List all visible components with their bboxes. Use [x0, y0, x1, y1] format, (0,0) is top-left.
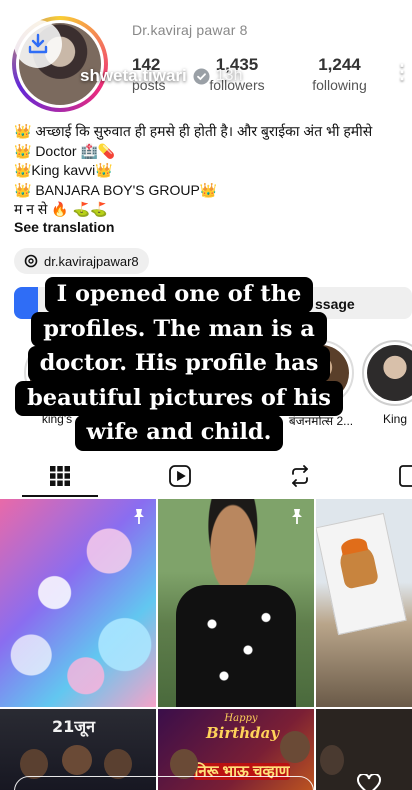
threads-handle: dr.kavirajpawar8 — [44, 253, 139, 269]
story-footer — [0, 774, 412, 790]
bio-line: 👑 BANJARA BOY'S GROUP👑 — [14, 181, 218, 198]
caption-line: beautiful pictures of his — [15, 380, 343, 416]
bio-line: 👑 Doctor 🏥💊 — [14, 142, 116, 159]
play-icon[interactable] — [360, 64, 380, 86]
tab-reposts[interactable] — [240, 455, 360, 497]
progress-segment-2 — [209, 6, 402, 9]
story-screen: Dr.kaviraj pawar 8 142 posts 1,435 follo… — [0, 0, 412, 790]
reels-icon — [169, 465, 191, 487]
more-icon[interactable]: ⋮ — [392, 62, 412, 82]
story-caption: I opened one of the profiles. The man is… — [2, 277, 356, 451]
story-username[interactable]: shweta.tiwari — [80, 66, 187, 86]
tab-tagged[interactable] — [360, 455, 412, 497]
post-thumbnail[interactable] — [316, 499, 412, 707]
caption-line: profiles. The man is a — [31, 311, 327, 347]
poster-text: Happy — [224, 713, 258, 724]
reply-field[interactable] — [14, 776, 314, 790]
repost-icon — [292, 465, 308, 487]
post-thumbnail[interactable] — [0, 499, 156, 707]
heart-icon[interactable] — [356, 774, 382, 790]
pin-icon — [292, 509, 302, 524]
profile-tabs — [0, 455, 412, 497]
caption-line: doctor. His profile has — [27, 346, 331, 382]
progress-segment-1 — [10, 6, 203, 9]
story-progress — [10, 6, 402, 9]
bio-line: 👑King kavvi👑 — [14, 162, 113, 178]
tab-posts[interactable] — [0, 455, 120, 497]
grid-icon — [50, 466, 70, 486]
caption-line: wife and child. — [74, 415, 284, 451]
story-user[interactable]: shweta.tiwari 13h — [80, 66, 242, 86]
threads-link[interactable]: dr.kavirajpawar8 — [14, 248, 149, 274]
profile-bio: 👑 अच्छाई कि सुरुवात ही हमसे ही होती है। … — [14, 122, 412, 220]
verified-badge-icon — [192, 67, 210, 85]
threads-icon — [24, 254, 38, 268]
caption-line: I opened one of the — [44, 277, 314, 313]
download-button[interactable] — [14, 20, 62, 68]
tagged-icon — [399, 465, 412, 487]
download-icon — [28, 33, 48, 54]
see-translation-link[interactable]: See translation — [14, 219, 114, 235]
poster-text: 21जून — [52, 717, 96, 736]
bio-line: 👑 अच्छाई कि सुरुवात ही हमसे ही होती है। … — [14, 123, 373, 139]
tab-reels[interactable] — [120, 455, 240, 497]
highlight-item[interactable]: King — [360, 340, 412, 426]
post-thumbnail[interactable] — [158, 499, 314, 707]
story-timestamp: 13h — [215, 67, 243, 84]
poster-text: Birthday — [206, 724, 280, 742]
pin-icon — [134, 509, 144, 524]
highlight-label: King — [382, 412, 408, 426]
profile-name: Dr.kaviraj pawar 8 — [132, 22, 248, 38]
bio-line: म न से 🔥 ⛳⛳ — [14, 201, 108, 217]
